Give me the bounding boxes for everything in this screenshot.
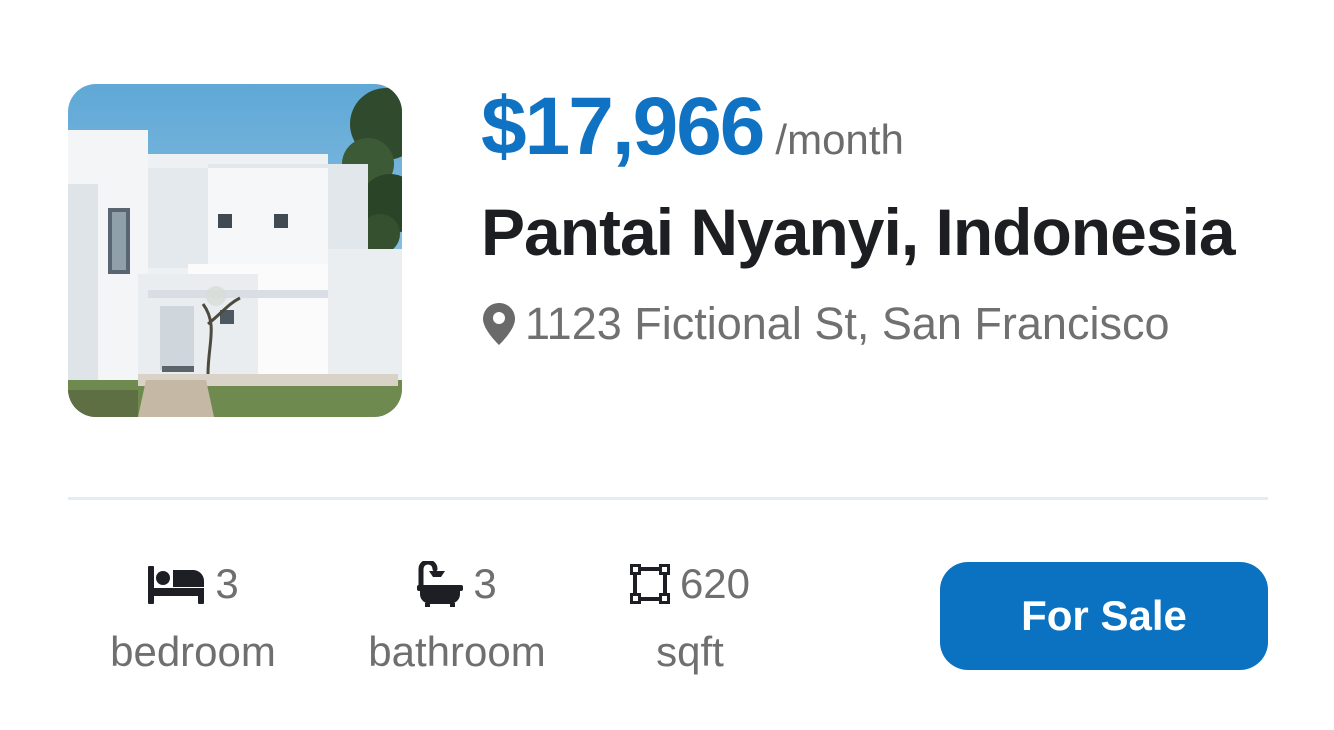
address-text: 1123 Fictional St, San Francisco xyxy=(525,298,1170,349)
stat-bedroom: 3 bedroom xyxy=(106,558,280,678)
bathroom-count: 3 xyxy=(473,560,497,607)
listing-card[interactable]: $17,966 /month Pantai Nyanyi, Indonesia … xyxy=(0,0,1334,730)
for-sale-button[interactable]: For Sale xyxy=(940,562,1268,670)
area-value: 620 xyxy=(679,560,751,607)
price-row: $17,966 /month xyxy=(481,82,904,172)
location-pin-icon xyxy=(483,303,515,345)
bedroom-label: bedroom xyxy=(110,628,276,675)
price: $17,966 xyxy=(481,81,765,172)
house-illustration xyxy=(68,84,402,417)
address: 1123 Fictional St, San Francisco xyxy=(481,296,1169,352)
price-period: /month xyxy=(775,116,904,163)
divider xyxy=(68,497,1268,500)
stat-bathroom: 3 bathroom xyxy=(364,558,550,678)
property-title: Pantai Nyanyi, Indonesia xyxy=(481,195,1236,269)
area-unit: sqft xyxy=(656,628,724,675)
property-photo[interactable] xyxy=(68,84,402,417)
bedroom-count: 3 xyxy=(215,560,239,607)
bathroom-label: bathroom xyxy=(368,628,546,675)
stat-area: 620 sqft xyxy=(622,558,758,678)
area-icon xyxy=(629,564,670,604)
bathtub-icon xyxy=(417,561,464,607)
bed-icon xyxy=(148,566,205,604)
